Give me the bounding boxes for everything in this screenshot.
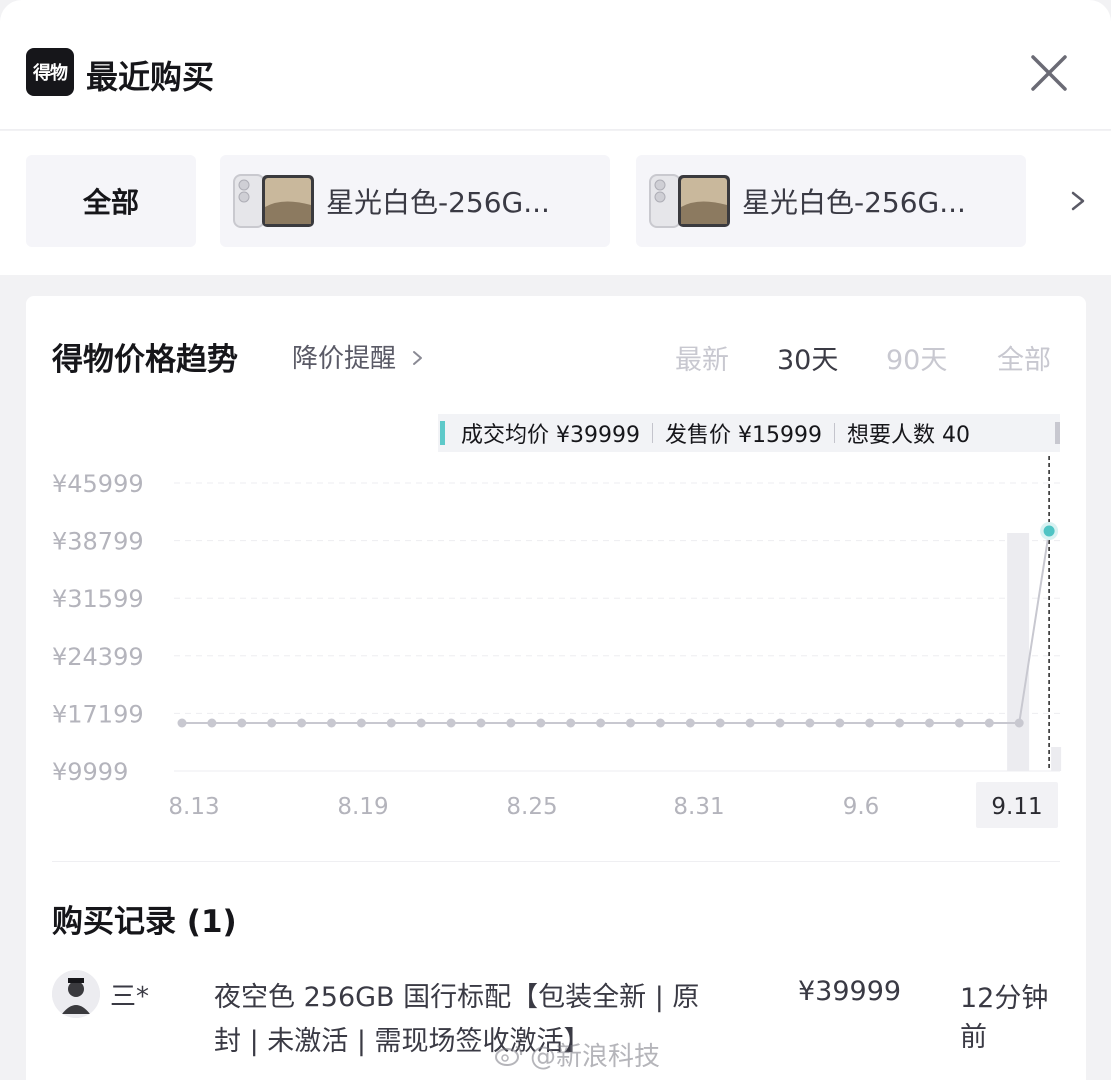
- data-point: [476, 718, 486, 728]
- highlight-point: [1043, 525, 1055, 537]
- watermark: @新浪科技: [494, 1036, 660, 1073]
- data-point: [267, 718, 277, 728]
- data-point: [925, 718, 934, 728]
- section-divider: [52, 861, 1060, 862]
- data-point: [626, 718, 635, 728]
- data-point: [386, 718, 396, 728]
- price-trend-chart[interactable]: ¥45999 ¥38799 ¥31599 ¥24399 ¥17199 ¥9999 8.13 8…: [26, 296, 1086, 836]
- data-point: [984, 718, 994, 728]
- data-point: [237, 718, 247, 728]
- x-tick-label: 9.6: [843, 794, 880, 820]
- close-icon[interactable]: [1028, 52, 1070, 94]
- data-point: [895, 718, 905, 728]
- product-filter-row: 全部 星光白色-256G... 星光白色-256G...: [0, 131, 1111, 275]
- data-point: [865, 718, 875, 728]
- data-point: [775, 718, 785, 728]
- phone-thumbnail-icon: [233, 174, 314, 228]
- purchase-records-title: 购买记录 (1): [52, 904, 237, 940]
- data-point: [327, 718, 336, 728]
- data-point: [954, 718, 964, 728]
- data-point: [207, 718, 217, 728]
- purchase-price: ¥39999: [798, 976, 902, 1007]
- x-tick-label: 8.13: [168, 794, 219, 820]
- avatar: [52, 970, 100, 1018]
- highlight-column: [1051, 747, 1062, 771]
- highlight-column: [1007, 533, 1030, 771]
- data-point: [177, 718, 187, 728]
- filter-product-chip-1[interactable]: 星光白色-256G...: [220, 155, 610, 247]
- data-point: [715, 718, 725, 728]
- buyer-name: 三*: [110, 982, 150, 1012]
- price-trend-card: 得物价格趋势 降价提醒 最新 30天 90天 全部 成交均价 ¥39999 发售…: [26, 296, 1086, 1080]
- filter-all-chip[interactable]: 全部: [26, 155, 196, 247]
- data-point: [805, 718, 815, 728]
- x-tick-label: 9.11: [991, 794, 1042, 820]
- weibo-icon: [495, 1045, 523, 1066]
- data-point: [1014, 718, 1024, 728]
- y-tick-label: ¥31599: [52, 585, 144, 613]
- data-point: [596, 718, 606, 728]
- chevron-right-icon[interactable]: [1064, 181, 1094, 221]
- data-point: [566, 718, 576, 728]
- y-tick-label: ¥38799: [52, 528, 144, 556]
- x-tick-label: 8.19: [337, 794, 388, 820]
- phone-thumbnail-icon: [649, 174, 730, 228]
- data-point: [416, 718, 426, 728]
- filter-product-label: 星光白色-256G...: [326, 186, 550, 219]
- filter-product-label: 星光白色-256G...: [742, 186, 966, 219]
- purchase-time: 12分钟前: [960, 983, 1049, 1053]
- dialog-title: 最近购买: [86, 58, 215, 96]
- data-point: [356, 718, 366, 728]
- data-point: [297, 718, 307, 728]
- dewu-logo: 得物: [26, 48, 74, 96]
- data-point: [655, 718, 665, 728]
- data-point: [685, 718, 695, 728]
- y-tick-label: ¥45999: [52, 470, 144, 498]
- y-tick-label: ¥17199: [52, 700, 144, 728]
- y-tick-label: ¥9999: [52, 758, 128, 786]
- data-point: [506, 718, 516, 728]
- data-point: [835, 718, 845, 728]
- filter-product-chip-2[interactable]: 星光白色-256G...: [636, 155, 1026, 247]
- data-point: [536, 718, 546, 728]
- data-point: [446, 718, 456, 728]
- watermark-text: @新浪科技: [530, 1042, 661, 1072]
- dialog-header: 得物 最近购买: [0, 0, 1111, 130]
- y-tick-label: ¥24399: [52, 643, 144, 671]
- x-tick-label: 8.31: [673, 794, 724, 820]
- x-tick-label: 8.25: [506, 794, 557, 820]
- series-line: [182, 530, 1051, 724]
- data-point: [745, 718, 755, 728]
